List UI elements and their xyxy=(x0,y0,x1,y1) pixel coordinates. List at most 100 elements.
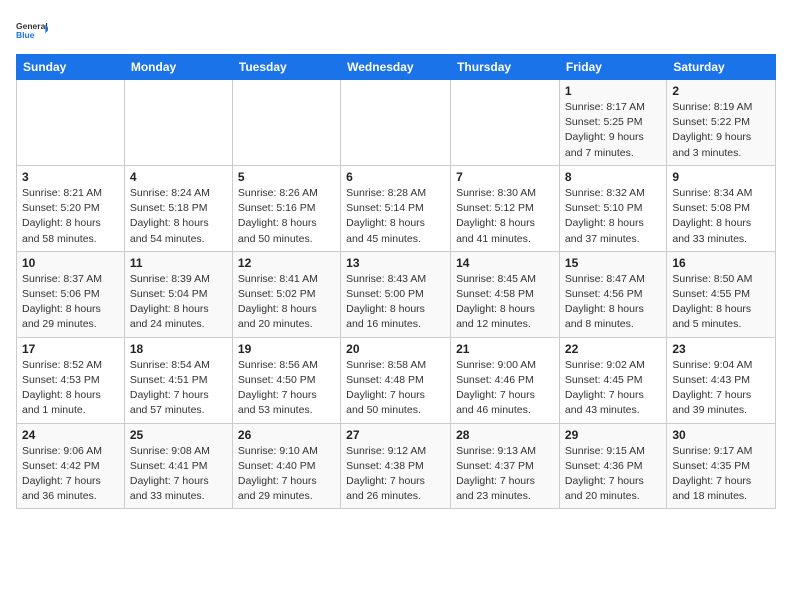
day-cell xyxy=(124,80,232,166)
day-number: 25 xyxy=(130,428,227,442)
header-row: SundayMondayTuesdayWednesdayThursdayFrid… xyxy=(17,55,776,80)
day-info: Sunrise: 8:37 AM Sunset: 5:06 PM Dayligh… xyxy=(22,272,119,333)
day-number: 16 xyxy=(672,256,770,270)
day-number: 20 xyxy=(346,342,445,356)
day-number: 4 xyxy=(130,170,227,184)
day-cell: 26 Sunrise: 9:10 AM Sunset: 4:40 PM Dayli… xyxy=(232,423,340,509)
day-cell: 8 Sunrise: 8:32 AM Sunset: 5:10 PM Daylig… xyxy=(559,165,666,251)
day-number: 15 xyxy=(565,256,661,270)
day-info: Sunrise: 9:10 AM Sunset: 4:40 PM Dayligh… xyxy=(238,444,335,505)
day-number: 9 xyxy=(672,170,770,184)
day-cell: 30Sunrise: 9:17 AM Sunset: 4:35 PM Dayli… xyxy=(667,423,776,509)
day-cell: 20 Sunrise: 8:58 AM Sunset: 4:48 PM Dayli… xyxy=(341,337,451,423)
day-cell: 22 Sunrise: 9:02 AM Sunset: 4:45 PM Dayli… xyxy=(559,337,666,423)
day-cell: 10 Sunrise: 8:37 AM Sunset: 5:06 PM Dayli… xyxy=(17,251,125,337)
day-number: 7 xyxy=(456,170,554,184)
week-row-1: 3Sunrise: 8:21 AM Sunset: 5:20 PM Daylig… xyxy=(17,165,776,251)
day-number: 26 xyxy=(238,428,335,442)
header: General Blue xyxy=(16,12,776,48)
day-info: Sunrise: 9:04 AM Sunset: 4:43 PM Dayligh… xyxy=(672,358,770,419)
day-cell: 28 Sunrise: 9:13 AM Sunset: 4:37 PM Dayli… xyxy=(451,423,560,509)
day-info: Sunrise: 8:34 AM Sunset: 5:08 PM Dayligh… xyxy=(672,186,770,247)
day-cell: 19 Sunrise: 8:56 AM Sunset: 4:50 PM Dayli… xyxy=(232,337,340,423)
svg-text:Blue: Blue xyxy=(16,30,35,40)
calendar-table: SundayMondayTuesdayWednesdayThursdayFrid… xyxy=(16,54,776,509)
col-header-friday: Friday xyxy=(559,55,666,80)
day-cell: 12 Sunrise: 8:41 AM Sunset: 5:02 PM Dayli… xyxy=(232,251,340,337)
day-number: 12 xyxy=(238,256,335,270)
day-cell: 13 Sunrise: 8:43 AM Sunset: 5:00 PM Dayli… xyxy=(341,251,451,337)
day-cell: 11Sunrise: 8:39 AM Sunset: 5:04 PM Dayli… xyxy=(124,251,232,337)
day-info: Sunrise: 9:02 AM Sunset: 4:45 PM Dayligh… xyxy=(565,358,661,419)
day-info: Sunrise: 9:08 AM Sunset: 4:41 PM Dayligh… xyxy=(130,444,227,505)
day-number: 21 xyxy=(456,342,554,356)
day-cell: 16 Sunrise: 8:50 AM Sunset: 4:55 PM Dayli… xyxy=(667,251,776,337)
week-row-2: 10 Sunrise: 8:37 AM Sunset: 5:06 PM Dayli… xyxy=(17,251,776,337)
col-header-thursday: Thursday xyxy=(451,55,560,80)
col-header-sunday: Sunday xyxy=(17,55,125,80)
week-row-0: 1 Sunrise: 8:17 AM Sunset: 5:25 PM Daylig… xyxy=(17,80,776,166)
day-cell xyxy=(232,80,340,166)
day-info: Sunrise: 8:19 AM Sunset: 5:22 PM Dayligh… xyxy=(672,100,770,161)
day-cell: 18 Sunrise: 8:54 AM Sunset: 4:51 PM Dayli… xyxy=(124,337,232,423)
day-info: Sunrise: 9:13 AM Sunset: 4:37 PM Dayligh… xyxy=(456,444,554,505)
day-info: Sunrise: 8:50 AM Sunset: 4:55 PM Dayligh… xyxy=(672,272,770,333)
day-cell: 5Sunrise: 8:26 AM Sunset: 5:16 PM Daylig… xyxy=(232,165,340,251)
day-info: Sunrise: 8:24 AM Sunset: 5:18 PM Dayligh… xyxy=(130,186,227,247)
day-number: 18 xyxy=(130,342,227,356)
day-cell: 9 Sunrise: 8:34 AM Sunset: 5:08 PM Daylig… xyxy=(667,165,776,251)
day-info: Sunrise: 8:56 AM Sunset: 4:50 PM Dayligh… xyxy=(238,358,335,419)
week-row-3: 17 Sunrise: 8:52 AM Sunset: 4:53 PM Dayli… xyxy=(17,337,776,423)
day-number: 8 xyxy=(565,170,661,184)
day-info: Sunrise: 9:00 AM Sunset: 4:46 PM Dayligh… xyxy=(456,358,554,419)
day-number: 14 xyxy=(456,256,554,270)
day-info: Sunrise: 8:58 AM Sunset: 4:48 PM Dayligh… xyxy=(346,358,445,419)
svg-text:General: General xyxy=(16,21,48,31)
day-info: Sunrise: 9:12 AM Sunset: 4:38 PM Dayligh… xyxy=(346,444,445,505)
day-number: 24 xyxy=(22,428,119,442)
day-number: 13 xyxy=(346,256,445,270)
day-cell: 25 Sunrise: 9:08 AM Sunset: 4:41 PM Dayli… xyxy=(124,423,232,509)
day-number: 11 xyxy=(130,256,227,270)
day-number: 23 xyxy=(672,342,770,356)
day-info: Sunrise: 8:17 AM Sunset: 5:25 PM Dayligh… xyxy=(565,100,661,161)
day-number: 17 xyxy=(22,342,119,356)
day-number: 19 xyxy=(238,342,335,356)
day-cell: 1 Sunrise: 8:17 AM Sunset: 5:25 PM Daylig… xyxy=(559,80,666,166)
day-cell: 17 Sunrise: 8:52 AM Sunset: 4:53 PM Dayli… xyxy=(17,337,125,423)
day-info: Sunrise: 8:47 AM Sunset: 4:56 PM Dayligh… xyxy=(565,272,661,333)
day-cell: 23 Sunrise: 9:04 AM Sunset: 4:43 PM Dayli… xyxy=(667,337,776,423)
logo: General Blue xyxy=(16,12,48,48)
col-header-wednesday: Wednesday xyxy=(341,55,451,80)
day-number: 2 xyxy=(672,84,770,98)
day-info: Sunrise: 8:30 AM Sunset: 5:12 PM Dayligh… xyxy=(456,186,554,247)
day-info: Sunrise: 8:32 AM Sunset: 5:10 PM Dayligh… xyxy=(565,186,661,247)
day-info: Sunrise: 8:54 AM Sunset: 4:51 PM Dayligh… xyxy=(130,358,227,419)
day-cell: 14 Sunrise: 8:45 AM Sunset: 4:58 PM Dayli… xyxy=(451,251,560,337)
day-cell: 24Sunrise: 9:06 AM Sunset: 4:42 PM Dayli… xyxy=(17,423,125,509)
day-cell: 27Sunrise: 9:12 AM Sunset: 4:38 PM Dayli… xyxy=(341,423,451,509)
day-number: 6 xyxy=(346,170,445,184)
day-cell: 6 Sunrise: 8:28 AM Sunset: 5:14 PM Daylig… xyxy=(341,165,451,251)
day-cell: 29Sunrise: 9:15 AM Sunset: 4:36 PM Dayli… xyxy=(559,423,666,509)
day-cell: 15 Sunrise: 8:47 AM Sunset: 4:56 PM Dayli… xyxy=(559,251,666,337)
day-info: Sunrise: 8:52 AM Sunset: 4:53 PM Dayligh… xyxy=(22,358,119,419)
day-info: Sunrise: 8:41 AM Sunset: 5:02 PM Dayligh… xyxy=(238,272,335,333)
day-cell xyxy=(17,80,125,166)
day-number: 28 xyxy=(456,428,554,442)
col-header-monday: Monday xyxy=(124,55,232,80)
day-info: Sunrise: 9:15 AM Sunset: 4:36 PM Dayligh… xyxy=(565,444,661,505)
day-number: 10 xyxy=(22,256,119,270)
day-info: Sunrise: 8:28 AM Sunset: 5:14 PM Dayligh… xyxy=(346,186,445,247)
day-number: 22 xyxy=(565,342,661,356)
day-cell: 21 Sunrise: 9:00 AM Sunset: 4:46 PM Dayli… xyxy=(451,337,560,423)
day-cell: 4 Sunrise: 8:24 AM Sunset: 5:18 PM Daylig… xyxy=(124,165,232,251)
day-info: Sunrise: 8:43 AM Sunset: 5:00 PM Dayligh… xyxy=(346,272,445,333)
day-cell xyxy=(341,80,451,166)
day-number: 1 xyxy=(565,84,661,98)
day-info: Sunrise: 8:45 AM Sunset: 4:58 PM Dayligh… xyxy=(456,272,554,333)
day-number: 3 xyxy=(22,170,119,184)
col-header-saturday: Saturday xyxy=(667,55,776,80)
day-number: 30 xyxy=(672,428,770,442)
day-cell xyxy=(451,80,560,166)
